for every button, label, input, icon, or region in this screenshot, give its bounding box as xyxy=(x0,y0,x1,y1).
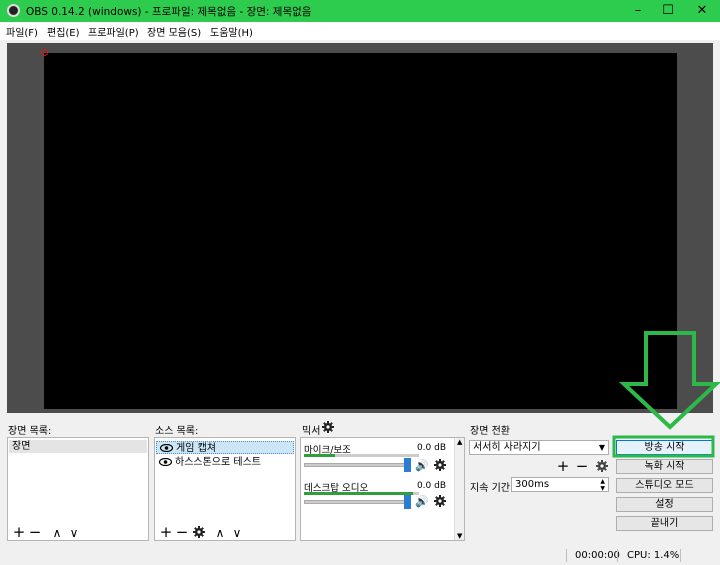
studio-mode-button[interactable]: 스튜디오 모드 xyxy=(616,478,713,493)
visibility-eye-icon[interactable] xyxy=(160,444,173,452)
desktop-volume-handle[interactable] xyxy=(404,495,411,509)
transitions-title: 장면 전환 xyxy=(470,426,510,437)
status-divider xyxy=(566,549,567,562)
scroll-up-icon[interactable]: ▲ xyxy=(457,438,462,446)
status-divider xyxy=(680,549,681,562)
mic-volume-handle[interactable] xyxy=(404,458,411,472)
mixer-scrollbar[interactable]: ▲ ▼ xyxy=(454,438,464,540)
duration-value: 300ms xyxy=(515,479,550,490)
scene-item-label: 장면 xyxy=(12,441,31,452)
duration-label: 지속 기간 xyxy=(470,483,510,494)
sources-list[interactable]: 게임 캡쳐 하스스톤으로 테스트 + − ∧ ∨ xyxy=(154,437,296,541)
title-bar: OBS 0.14.2 (windows) - 프로파일: 제목없음 - 장면: … xyxy=(0,0,720,22)
remove-source-button[interactable]: − xyxy=(175,525,189,540)
move-source-up-button[interactable]: ∧ xyxy=(213,526,227,540)
preview-canvas[interactable] xyxy=(7,43,713,413)
add-source-button[interactable]: + xyxy=(159,525,173,540)
menu-file[interactable]: 파일(F) xyxy=(6,24,38,39)
move-source-down-button[interactable]: ∨ xyxy=(230,526,244,540)
obs-logo-icon xyxy=(7,4,20,17)
menu-bar: 파일(F) 편집(E) 프로파일(P) 장면 모음(S) 도움말(H) xyxy=(0,22,720,40)
spin-arrows-icon[interactable]: ▲ ▼ xyxy=(600,478,605,492)
maximize-button[interactable]: ☐ xyxy=(652,0,684,22)
scenes-list[interactable]: 장면 + − ∧ ∨ xyxy=(7,437,149,541)
mic-settings-gear-icon[interactable] xyxy=(434,459,446,471)
minimize-button[interactable]: – xyxy=(622,0,654,22)
transition-select[interactable]: 서서히 사라지기 ▼ xyxy=(469,440,609,455)
visibility-eye-icon[interactable] xyxy=(159,458,172,466)
mic-volume-slider[interactable] xyxy=(304,463,408,467)
stream-time: 00:00:00 xyxy=(575,550,620,561)
settings-button[interactable]: 설정 xyxy=(616,497,713,512)
exit-button[interactable]: 끝내기 xyxy=(616,516,713,531)
source-properties-gear-icon[interactable] xyxy=(193,526,205,538)
transition-selected-value: 서서히 사라지기 xyxy=(473,442,541,453)
close-button[interactable]: ✕ xyxy=(686,0,718,22)
source-item-label: 하스스톤으로 테스트 xyxy=(175,457,261,468)
desktop-volume-meter xyxy=(304,492,419,495)
transition-settings-gear-icon[interactable] xyxy=(596,460,608,472)
sources-title: 소스 목록: xyxy=(155,426,199,437)
duration-spinbox[interactable]: 300ms ▲ ▼ xyxy=(511,477,609,492)
desktop-speaker-icon[interactable]: 🔊 xyxy=(415,496,429,507)
scroll-down-icon[interactable]: ▼ xyxy=(457,532,462,540)
desktop-meter-fill xyxy=(304,492,414,495)
add-transition-button[interactable]: + xyxy=(556,459,570,474)
status-bar: 00:00:00 CPU: 1.4% xyxy=(0,545,720,565)
source-item-label: 게임 캡쳐 xyxy=(176,443,216,454)
preview-display[interactable] xyxy=(44,53,677,409)
chevron-down-icon: ▼ xyxy=(598,443,605,452)
mic-channel-db: 0.0 dB xyxy=(416,443,446,453)
mixer-settings-gear-icon[interactable] xyxy=(322,421,334,433)
menu-scene-collection[interactable]: 장면 모음(S) xyxy=(147,24,201,39)
add-scene-button[interactable]: + xyxy=(12,525,26,540)
source-anchor-marker xyxy=(41,49,48,56)
move-scene-down-button[interactable]: ∨ xyxy=(67,526,81,540)
mixer-title: 믹서 xyxy=(302,426,321,437)
move-scene-up-button[interactable]: ∧ xyxy=(50,526,64,540)
remove-scene-button[interactable]: − xyxy=(28,525,42,540)
desktop-channel-db: 0.0 dB xyxy=(416,481,446,491)
desktop-settings-gear-icon[interactable] xyxy=(434,495,446,507)
scene-item[interactable]: 장면 xyxy=(9,440,147,453)
menu-help[interactable]: 도움말(H) xyxy=(210,24,253,39)
menu-edit[interactable]: 편집(E) xyxy=(47,24,80,39)
start-recording-button[interactable]: 녹화 시작 xyxy=(616,459,713,474)
cpu-usage: CPU: 1.4% xyxy=(627,550,680,561)
scenes-title: 장면 목록: xyxy=(8,426,52,437)
mic-meter-fill xyxy=(304,454,336,457)
mic-volume-meter xyxy=(304,454,419,457)
mic-speaker-icon[interactable]: 🔊 xyxy=(415,460,429,471)
window-title: OBS 0.14.2 (windows) - 프로파일: 제목없음 - 장면: … xyxy=(26,6,312,18)
status-divider xyxy=(617,549,618,562)
start-streaming-button[interactable]: 방송 시작 xyxy=(616,440,713,455)
desktop-volume-slider[interactable] xyxy=(304,500,408,504)
source-item[interactable]: 하스스톤으로 테스트 xyxy=(156,456,294,469)
remove-transition-button[interactable]: − xyxy=(575,459,589,474)
source-item[interactable]: 게임 캡쳐 xyxy=(156,441,294,454)
menu-profile[interactable]: 프로파일(P) xyxy=(88,24,139,39)
audio-mixer: 마이크/보조 0.0 dB 🔊 데스크탑 오디오 0.0 dB 🔊 ▲ ▼ xyxy=(300,437,465,541)
